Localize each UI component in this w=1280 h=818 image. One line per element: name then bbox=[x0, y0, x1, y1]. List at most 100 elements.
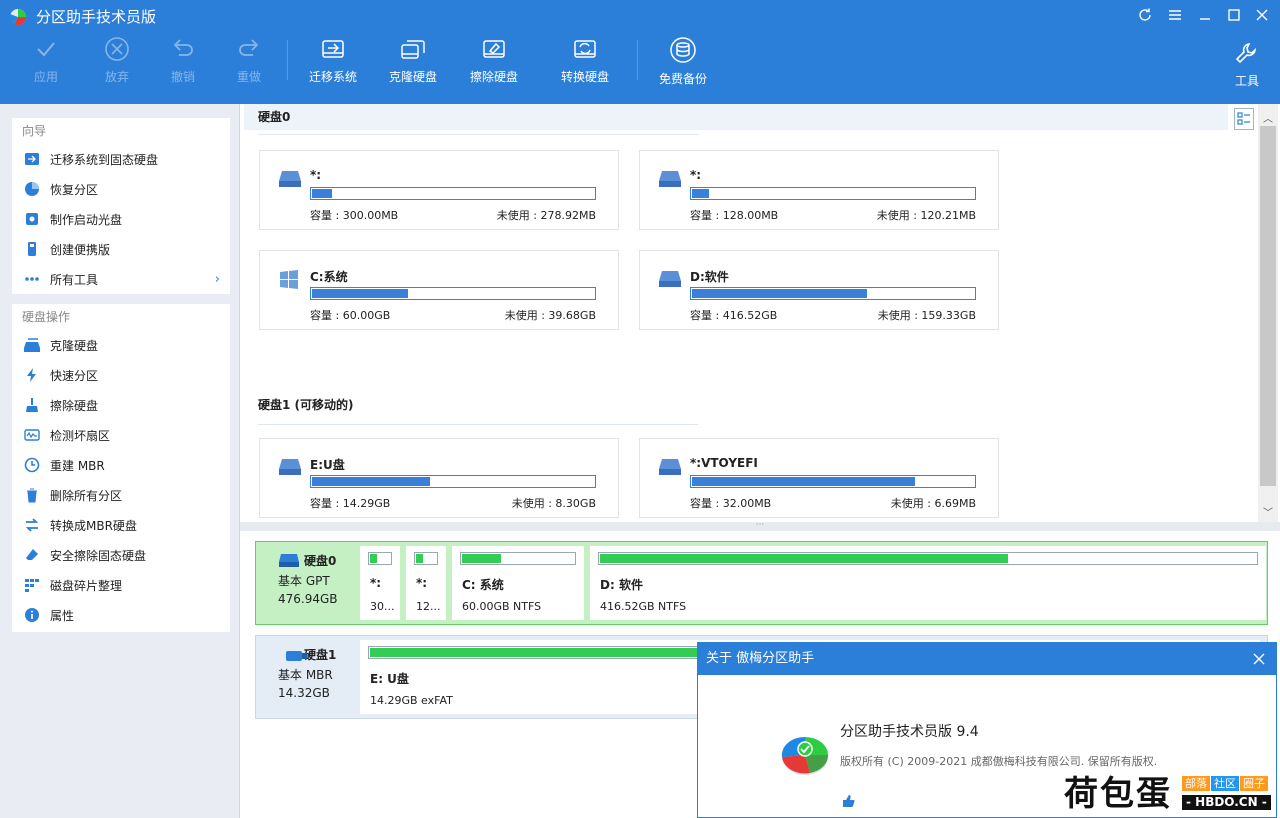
rebuild-mbr-icon bbox=[24, 457, 40, 473]
disk-ops-item-2[interactable]: 擦除硬盘 bbox=[12, 390, 230, 420]
partition-capacity: 容量 : 128.00MB bbox=[690, 209, 779, 222]
partition-card[interactable]: *:VTOYEFI 容量 : 32.00MB 未使用 : 6.69MB bbox=[639, 438, 999, 518]
usage-bar-fill bbox=[312, 189, 332, 198]
wizard-item-4[interactable]: 所有工具 › bbox=[12, 264, 230, 294]
disk-ops-item-label: 快速分区 bbox=[50, 368, 99, 383]
discard-button[interactable]: 放弃 bbox=[82, 36, 152, 92]
disk1-info: 硬盘1 基本 MBR 14.32GB bbox=[264, 646, 354, 700]
undo-icon bbox=[173, 39, 193, 56]
usage-bar bbox=[690, 187, 976, 200]
bad-sector-icon bbox=[24, 427, 40, 443]
partition-usage-bar bbox=[368, 552, 392, 565]
partition-free: 未使用 : 8.30GB bbox=[511, 497, 596, 510]
about-title-bar: 关于 傲梅分区助手 bbox=[698, 643, 1276, 675]
about-product-name: 分区助手技术员版 9.4 bbox=[840, 724, 979, 740]
partition-usage-fill bbox=[462, 554, 501, 563]
close-button[interactable] bbox=[1251, 4, 1273, 26]
disk-map-partition[interactable]: C: 系统 60.00GB NTFS bbox=[452, 546, 584, 620]
wipe-disk-button[interactable]: 擦除硬盘 bbox=[459, 36, 529, 92]
title-toolbar-area: 分区助手技术员版 应用 放弃 撤销 重做 迁移系统 克隆硬盘 擦除硬盘 转换硬盘… bbox=[0, 0, 1280, 104]
watermark-tag: 社区 bbox=[1211, 776, 1239, 791]
usage-bar-fill bbox=[692, 189, 709, 198]
partition-free: 未使用 : 120.21MB bbox=[876, 209, 976, 222]
minimize-button[interactable] bbox=[1194, 4, 1216, 26]
wizard-item-1[interactable]: 恢复分区 bbox=[12, 174, 230, 204]
partition-card[interactable]: D:软件 容量 : 416.52GB 未使用 : 159.33GB bbox=[639, 250, 999, 330]
recover-partition-icon bbox=[24, 181, 40, 197]
disk-map-partition[interactable]: D: 软件 416.52GB NTFS bbox=[590, 546, 1266, 620]
pane-splitter[interactable]: ··· bbox=[240, 521, 1280, 531]
list-view-icon bbox=[1237, 112, 1250, 125]
disk1-size: 14.32GB bbox=[278, 686, 330, 700]
app-title: 分区助手技术员版 bbox=[36, 8, 157, 26]
partition-info: 60.00GB NTFS bbox=[462, 600, 542, 613]
partition-name: *: bbox=[690, 168, 702, 182]
scroll-down-icon[interactable]: ﹀ bbox=[1263, 504, 1273, 519]
disk1-type: 基本 MBR bbox=[278, 668, 333, 682]
partition-card[interactable]: *: 容量 : 300.00MB 未使用 : 278.92MB bbox=[259, 150, 619, 230]
wizard-item-label: 创建便携版 bbox=[50, 242, 111, 257]
migrate-os-button[interactable]: 迁移系统 bbox=[298, 36, 368, 92]
disk-ops-item-6[interactable]: 转换成MBR硬盘 bbox=[12, 510, 230, 540]
wizard-item-2[interactable]: 制作启动光盘 bbox=[12, 204, 230, 234]
hdd-icon bbox=[279, 554, 299, 567]
partition-card[interactable]: E:U盘 容量 : 14.29GB 未使用 : 8.30GB bbox=[259, 438, 619, 518]
menu-button[interactable] bbox=[1164, 4, 1186, 26]
disk-ops-item-3[interactable]: 检测坏扇区 bbox=[12, 420, 230, 450]
maximize-button[interactable] bbox=[1223, 4, 1245, 26]
disk-ops-item-label: 检测坏扇区 bbox=[50, 428, 111, 443]
wizard-item-3[interactable]: 创建便携版 bbox=[12, 234, 230, 264]
thumbs-up-icon[interactable] bbox=[841, 794, 855, 808]
disk-ops-item-label: 克隆硬盘 bbox=[50, 338, 99, 353]
convert-disk-button[interactable]: 转换硬盘 bbox=[550, 36, 620, 92]
partition-info: 12... bbox=[416, 600, 441, 613]
usage-bar-fill bbox=[312, 289, 408, 298]
partition-capacity: 容量 : 416.52GB bbox=[690, 309, 778, 322]
scrollbar-thumb[interactable] bbox=[1260, 126, 1276, 486]
usage-bar bbox=[690, 475, 976, 488]
disk-ops-item-9[interactable]: 属性 bbox=[12, 600, 230, 630]
disk-ops-item-7[interactable]: 安全擦除固态硬盘 bbox=[12, 540, 230, 570]
wizard-item-label: 制作启动光盘 bbox=[50, 212, 123, 227]
redo-button[interactable]: 重做 bbox=[214, 36, 284, 92]
wizard-item-label: 恢复分区 bbox=[50, 182, 99, 197]
disk1-name: 硬盘1 bbox=[304, 648, 337, 662]
refresh-icon bbox=[1139, 8, 1151, 21]
disk-ops-item-8[interactable]: 磁盘碎片整理 bbox=[12, 570, 230, 600]
disk-ops-item-0[interactable]: 克隆硬盘 bbox=[12, 330, 230, 360]
partition-name: *: bbox=[310, 168, 322, 182]
secure-erase-icon bbox=[24, 547, 40, 563]
disk-ops-item-5[interactable]: 删除所有分区 bbox=[12, 480, 230, 510]
disk-ops-item-label: 擦除硬盘 bbox=[50, 398, 99, 413]
refresh-button[interactable] bbox=[1134, 4, 1156, 26]
watermark: 荷包蛋 部落 社区 圈子 - HBDO.CN - bbox=[1064, 774, 1280, 818]
wizard-title: 向导 bbox=[22, 124, 47, 138]
clone-disk-icon bbox=[401, 40, 425, 59]
usb-drive-icon bbox=[286, 651, 307, 661]
close-icon[interactable] bbox=[1250, 650, 1268, 668]
partition-card[interactable]: *: 容量 : 128.00MB 未使用 : 120.21MB bbox=[639, 150, 999, 230]
wizard-item-0[interactable]: 迁移系统到固态硬盘 bbox=[12, 144, 230, 174]
partition-card[interactable]: C:系统 容量 : 60.00GB 未使用 : 39.68GB bbox=[259, 250, 619, 330]
disk-map-partition[interactable]: *: 12... bbox=[406, 546, 446, 620]
defrag-icon bbox=[24, 577, 40, 593]
undo-button[interactable]: 撤销 bbox=[148, 36, 218, 92]
about-copyright: 版权所有 (C) 2009-2021 成都傲梅科技有限公司. 保留所有版权. bbox=[840, 755, 1158, 768]
clone-disk-button[interactable]: 克隆硬盘 bbox=[378, 36, 448, 92]
disk0-row[interactable]: 硬盘0 基本 GPT 476.94GB *: 30... *: 12... C: 系统 6… bbox=[255, 541, 1268, 625]
disk-ops-item-4[interactable]: 重建 MBR bbox=[12, 450, 230, 480]
view-toggle-button[interactable] bbox=[1234, 108, 1254, 130]
quick-partition-icon bbox=[24, 367, 40, 383]
disk-ops-item-label: 磁盘碎片整理 bbox=[50, 578, 123, 593]
tools-button[interactable]: 工具 bbox=[1214, 40, 1280, 96]
scroll-up-icon[interactable]: ︿ bbox=[1263, 110, 1273, 125]
migrate-os-icon bbox=[322, 40, 344, 58]
disk-ops-item-1[interactable]: 快速分区 bbox=[12, 360, 230, 390]
watermark-tags: 部落 社区 圈子 bbox=[1182, 776, 1269, 791]
vertical-scrollbar[interactable]: ︿ ﹀ bbox=[1258, 104, 1278, 522]
disk-map-partition[interactable]: *: 30... bbox=[360, 546, 400, 620]
disk-ops-title: 硬盘操作 bbox=[22, 310, 71, 324]
free-backup-button[interactable]: 免费备份 bbox=[648, 36, 718, 92]
usage-bar bbox=[310, 187, 596, 200]
apply-button[interactable]: 应用 bbox=[11, 36, 81, 92]
